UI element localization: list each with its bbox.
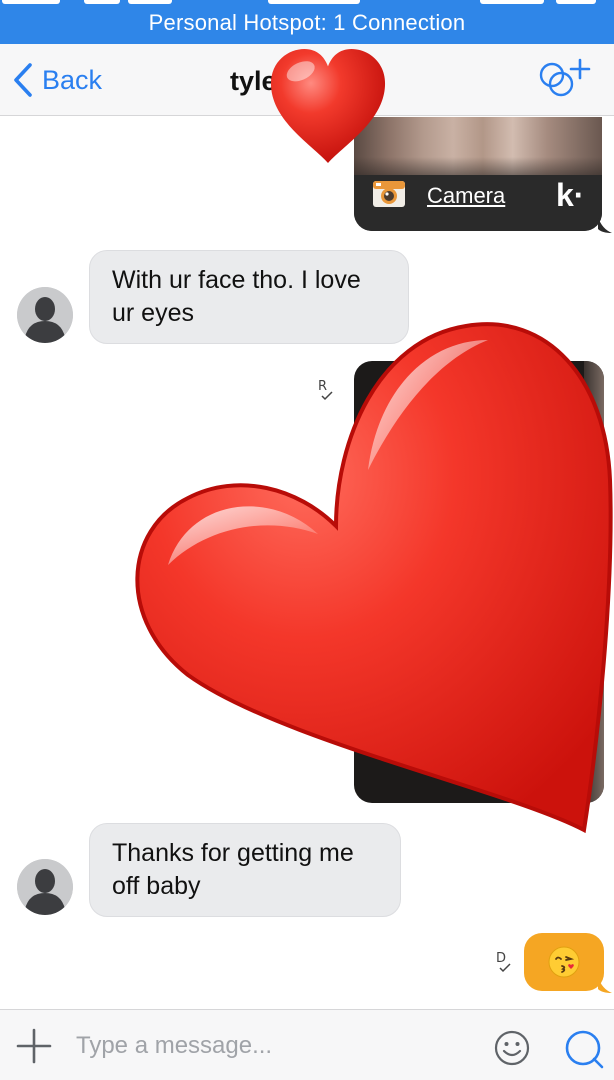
hotspot-status-text: Personal Hotspot: 1 Connection: [148, 10, 466, 35]
message-composer: [0, 1009, 614, 1080]
chevron-left-icon: [14, 63, 32, 97]
bubble-tail: [598, 977, 612, 993]
incoming-message-bubble[interactable]: Thanks for getting me off baby: [89, 823, 401, 917]
back-button[interactable]: Back: [12, 60, 102, 100]
personal-hotspot-bar[interactable]: Personal Hotspot: 1 Connection: [0, 0, 614, 44]
contact-avatar[interactable]: [17, 859, 73, 915]
message-text: Thanks for getting me off baby: [112, 839, 354, 900]
delivered-receipt-icon: D: [496, 951, 511, 973]
message-input[interactable]: [76, 1024, 476, 1068]
kiss-emoji-icon: [548, 946, 580, 978]
search-icon[interactable]: [563, 1028, 605, 1070]
kik-logo: k·: [556, 177, 585, 213]
bubble-tail: [598, 217, 612, 233]
camera-link[interactable]: Camera: [427, 183, 505, 209]
status-bar-clipped: [0, 0, 614, 6]
outgoing-media-message[interactable]: Camera k·: [354, 117, 602, 231]
plus-icon[interactable]: [16, 1028, 52, 1064]
back-label: Back: [42, 64, 103, 95]
heart-sticker-icon: [135, 322, 613, 834]
smiley-icon[interactable]: [494, 1030, 530, 1066]
contact-avatar[interactable]: [17, 287, 73, 343]
heart-sticker-icon: [270, 48, 386, 164]
outgoing-emoji-message[interactable]: 😘: [524, 933, 604, 991]
camera-icon: [373, 181, 405, 207]
person-icon: [17, 287, 73, 343]
message-text: With ur face tho. I love ur eyes: [112, 266, 361, 327]
person-icon: [17, 859, 73, 915]
add-contact-icon[interactable]: [536, 56, 598, 106]
